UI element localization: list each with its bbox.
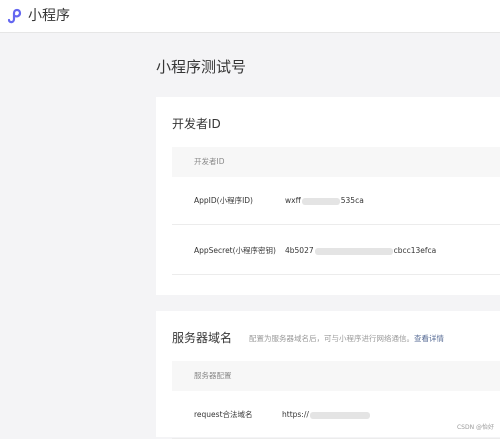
table-header-label: 开发者ID — [194, 157, 225, 167]
server-domain-title: 服务器域名 — [172, 330, 232, 346]
request-domain-label: request合法域名 — [194, 410, 253, 420]
table-header-label: 服务器配置 — [194, 371, 232, 381]
server-domain-card: 服务器域名 配置为服务器域名后，可与小程序进行网络通信。查看详情 服务器配置 r… — [156, 311, 500, 437]
redacted-mask — [315, 248, 393, 255]
page-title: 小程序测试号 — [156, 58, 246, 76]
appsecret-value[interactable]: 4b5027 cbcc13efca — [285, 246, 436, 256]
developer-id-table-header: 开发者ID — [172, 147, 500, 177]
table-row-appsecret: AppSecret(小程序密钥) 4b5027 cbcc13efca — [172, 227, 500, 275]
description-text: 配置为服务器域名后，可与小程序进行网络通信。 — [249, 334, 414, 343]
view-details-link[interactable]: 查看详情 — [414, 334, 444, 343]
appid-value-prefix: wxff — [285, 196, 301, 205]
redacted-mask — [302, 198, 340, 205]
request-domain-prefix: https:// — [282, 410, 309, 419]
appsecret-value-prefix: 4b5027 — [285, 246, 314, 255]
watermark: CSDN @怡好 — [457, 422, 494, 431]
table-row-request-domain: request合法域名 https:// — [172, 391, 500, 439]
appsecret-value-suffix: cbcc13efca — [394, 246, 437, 255]
developer-id-card: 开发者ID 开发者ID AppID(小程序ID) wxff 535ca AppSe… — [156, 97, 500, 295]
appid-label: AppID(小程序ID) — [194, 196, 253, 206]
server-domain-description: 配置为服务器域名后，可与小程序进行网络通信。查看详情 — [249, 333, 444, 345]
table-row-appid: AppID(小程序ID) wxff 535ca — [172, 177, 500, 225]
request-domain-value[interactable]: https:// — [282, 410, 371, 420]
developer-id-title: 开发者ID — [172, 116, 221, 132]
appid-value-suffix: 535ca — [341, 196, 364, 205]
redacted-mask — [310, 412, 370, 419]
mini-program-logo-icon — [6, 7, 26, 25]
server-config-table-header: 服务器配置 — [172, 361, 500, 391]
appsecret-label: AppSecret(小程序密钥) — [194, 246, 276, 256]
top-bar: 小程序 — [0, 0, 500, 33]
appid-value[interactable]: wxff 535ca — [285, 196, 364, 206]
brand-name[interactable]: 小程序 — [28, 6, 70, 26]
